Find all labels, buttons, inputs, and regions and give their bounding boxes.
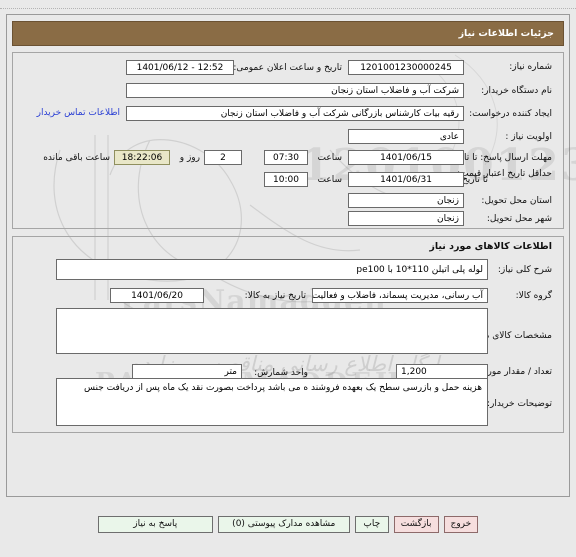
- need-number-value: 1201001230000245: [348, 60, 464, 75]
- back-button[interactable]: بازگشت: [393, 516, 439, 533]
- need-number-label: شماره نیاز:: [509, 62, 552, 72]
- reply-deadline-date: 1401/06/15: [348, 150, 464, 165]
- respond-to-need-button[interactable]: پاسخ به نیاز: [97, 516, 213, 533]
- priority-value: عادی: [348, 129, 464, 144]
- view-attachments-button[interactable]: مشاهده مدارک پیوستی (0): [217, 516, 350, 533]
- needed-date-label: تاریخ نیاز به کالا:: [244, 291, 306, 301]
- buyer-notes-value: هزینه حمل و بازرسی سطح یک بعهده فروشند ه…: [56, 378, 488, 426]
- unit-value: متر: [132, 364, 242, 379]
- general-description-label: شرح کلی نیاز:: [497, 265, 552, 275]
- price-validity-time-label: ساعت: [317, 175, 343, 185]
- public-announce-label: تاریخ و ساعت اعلان عمومی:: [233, 63, 342, 73]
- delivery-province-label: استان محل تحویل:: [481, 196, 552, 206]
- quantity-value: 1,200: [396, 364, 488, 379]
- goods-group-label: گروه کالا:: [515, 291, 552, 301]
- price-validity-time: 10:00: [264, 172, 308, 187]
- page-root: 1201001230000245 ParsNamaddeh PARSNAMADD…: [0, 0, 576, 557]
- buyer-org-value: شرکت آب و فاضلاب استان زنجان: [126, 83, 464, 98]
- priority-label: اولویت نیاز :: [505, 132, 552, 142]
- remaining-suffix-label: ساعت باقی مانده: [43, 153, 110, 163]
- request-creator-value: رقیه بیات کارشناس بازرگانی شرکت آب و فاض…: [126, 106, 464, 121]
- goods-section-title: اطلاعات کالاهای مورد نیاز: [429, 241, 552, 252]
- goods-specs-value: [56, 308, 488, 354]
- days-remaining-value: 2: [204, 150, 242, 165]
- top-divider: [0, 8, 576, 9]
- exit-button[interactable]: خروج: [443, 516, 479, 533]
- print-button[interactable]: چاپ: [354, 516, 389, 533]
- days-remaining-separator: روز و: [179, 153, 200, 163]
- delivery-city-label: شهر محل تحویل:: [486, 214, 552, 224]
- buyer-contact-link[interactable]: اطلاعات تماس خریدار: [37, 108, 120, 118]
- needed-date-value: 1401/06/20: [110, 288, 204, 303]
- window-titlebar: جزئیات اطلاعات نیاز: [12, 21, 564, 46]
- row-need-number: شماره نیاز:: [470, 61, 552, 73]
- reply-deadline-time-label: ساعت: [317, 153, 343, 163]
- goods-group-value: آب رسانی، مدیریت پسماند، فاضلاب و فعالیت…: [312, 288, 488, 303]
- clock-remaining-value: 18:22:06: [114, 150, 170, 165]
- delivery-city-value: زنجان: [348, 211, 464, 226]
- request-creator-label: ایجاد کننده درخواست:: [469, 109, 552, 119]
- price-validity-label: حداقل تاریخ اعتبار قیمت:: [457, 169, 552, 179]
- buyer-org-label: نام دستگاه خریدار:: [481, 86, 552, 96]
- buyer-notes-label: توضیحات خریدار:: [486, 399, 552, 409]
- public-announce-value: 1401/06/12 - 12:52: [126, 60, 234, 75]
- action-button-bar: پاسخ به نیاز مشاهده مدارک پیوستی (0) چاپ…: [0, 516, 576, 533]
- reply-deadline-time: 07:30: [264, 150, 308, 165]
- general-description-value: لوله پلی اتیلن 110*10 با pe100: [56, 259, 488, 280]
- price-validity-date: 1401/06/31: [348, 172, 464, 187]
- delivery-province-value: زنجان: [348, 193, 464, 208]
- page-title: جزئیات اطلاعات نیاز: [458, 28, 554, 39]
